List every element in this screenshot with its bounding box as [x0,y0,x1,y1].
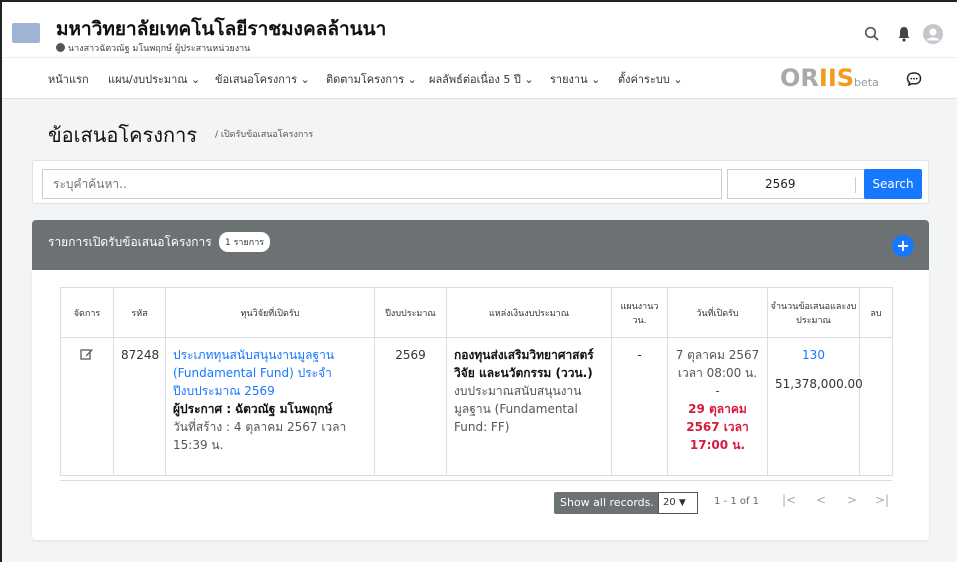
user-line-text: นางสาวฉัตวณัฐ มโนพฤกษ์ ผู้ประสานหน่วยงาน [68,44,251,54]
nav-outcomes[interactable]: ผลลัพธ์ต่อเนื่อง 5 ปี ⌄ [429,70,534,88]
add-button[interactable]: + [892,235,914,257]
nav-home[interactable]: หน้าแรก [48,70,89,88]
show-all-button[interactable]: Show all records. [554,492,660,514]
list-panel-body: จัดการ รหัส ทุนวิจัยที่เปิดรับ ปีงบประมา… [32,270,929,540]
col-header-open-date: วันที่เปิดรับ [667,287,768,338]
top-bar: มหาวิทยาลัยเทคโนโลยีราชมงคลล้านนา นางสาว… [2,2,957,57]
last-page-button[interactable]: >| [875,493,889,507]
page-title: ข้อเสนอโครงการ [48,123,198,147]
page-range: 1 - 1 of 1 [714,496,760,507]
page-size-select[interactable]: 20 ▼ [658,492,698,514]
list-panel-header: รายการเปิดรับข้อเสนอโครงการ 1 รายการ + [32,220,929,270]
search-icon[interactable] [863,25,881,43]
chevron-down-icon: ▼ [678,498,686,508]
pagination-divider [60,480,892,481]
page-size-value: 20 [663,497,676,508]
col-header-fiscal-year: ปีงบประมาณ [374,287,447,338]
table-header-row: จัดการ รหัส ทุนวิจัยที่เปิดรับ ปีงบประมา… [60,287,893,338]
table-row: 87248 ประเภททุนสนับสนุนงานมูลฐาน (Fundam… [60,337,893,476]
cell-proposal-budget: 130 51,378,000.00 [767,337,863,476]
nav-proposals[interactable]: ข้อเสนอโครงการ ⌄ [215,70,310,88]
main-navbar: หน้าแรก แผน/งบประมาณ ⌄ ข้อเสนอโครงการ ⌄ … [2,57,957,99]
chat-icon[interactable] [905,70,923,88]
proposal-count-link[interactable]: 130 [775,346,852,364]
cell-fiscal-year: 2569 [374,337,447,476]
prev-page-button[interactable]: < [816,493,826,507]
cell-plan: - [611,337,668,476]
budget-amount: 51,378,000.00 [775,377,863,391]
open-start: 7 ตุลาคม 2567 เวลา 08:00 น. [675,348,760,380]
source-main: กองทุนส่งเสริมวิทยาศาสตร์ วิจัย และนวัตก… [454,348,594,380]
nav-settings[interactable]: ตั้งค่าระบบ ⌄ [618,70,683,88]
open-dash: - [715,384,720,398]
oriis-logo: ORIISbeta [780,64,879,92]
col-header-delete: ลบ [859,287,893,338]
source-sub: งบประมาณสนับสนุนงานมูลฐาน (Fundamental F… [454,384,582,434]
col-header-proposal-budget: จำนวนข้อเสนอและงบประมาณ [767,287,860,338]
bell-icon[interactable] [895,25,913,43]
year-select-value: 2569 [765,177,796,191]
university-name: มหาวิทยาลัยเทคโนโลยีราชมงคลล้านนา [56,18,387,40]
count-badge: 1 รายการ [219,232,271,252]
breadcrumb[interactable]: / เปิดรับข้อเสนอโครงการ [215,127,313,141]
select-separator [855,177,856,193]
nav-reports[interactable]: รายงาน ⌄ [550,70,600,88]
user-info: นางสาวฉัตวณัฐ มโนพฤกษ์ ผู้ประสานหน่วยงาน [56,41,250,55]
col-header-plan: แผนงานววน. [611,287,668,338]
col-header-source: แหล่งเงินงบประมาณ [446,287,612,338]
year-select[interactable]: 2569 ﹀ [727,169,887,199]
panel-title: รายการเปิดรับข้อเสนอโครงการ [48,235,212,249]
cell-delete [859,337,893,476]
edit-icon[interactable] [80,347,94,361]
first-page-button[interactable]: |< [782,493,796,507]
announcer-name: ฉัตวณัฐ มโนพฤกษ์ [234,402,333,416]
proposal-table: จัดการ รหัส ทุนวิจัยที่เปิดรับ ปีงบประมา… [60,287,893,476]
nav-plan-budget[interactable]: แผน/งบประมาณ ⌄ [108,70,200,88]
cell-open-date: 7 ตุลาคม 2567 เวลา 08:00 น. - 29 ตุลาคม … [667,337,768,476]
next-page-button[interactable]: > [847,493,857,507]
col-header-code: รหัส [113,287,166,338]
user-icon [56,43,65,52]
search-input[interactable] [42,169,722,199]
announcer-label: ผู้ประกาศ : [173,402,232,416]
cell-source: กองทุนส่งเสริมวิทยาศาสตร์ วิจัย และนวัตก… [446,337,612,476]
search-card: 2569 ﹀ Search [32,160,929,204]
cell-code: 87248 [113,337,166,476]
announcer: ผู้ประกาศ : ฉัตวณัฐ มโนพฤกษ์ [173,400,367,418]
nav-tracking[interactable]: ติดตามโครงการ ⌄ [326,70,417,88]
open-end: 29 ตุลาคม 2567 เวลา 17:00 น. [686,402,749,452]
search-button[interactable]: Search [864,169,922,199]
cell-fund: ประเภททุนสนับสนุนงานมูลฐาน (Fundamental … [165,337,375,476]
created-date: วันที่สร้าง : 4 ตุลาคม 2567 เวลา 15:39 น… [173,420,347,452]
avatar-icon[interactable] [923,24,943,44]
university-logo [12,23,40,43]
fund-link[interactable]: ประเภททุนสนับสนุนงานมูลฐาน (Fundamental … [173,346,367,400]
col-header-fund: ทุนวิจัยที่เปิดรับ [165,287,375,338]
col-header-manage: จัดการ [60,287,114,338]
cell-manage [60,337,114,476]
